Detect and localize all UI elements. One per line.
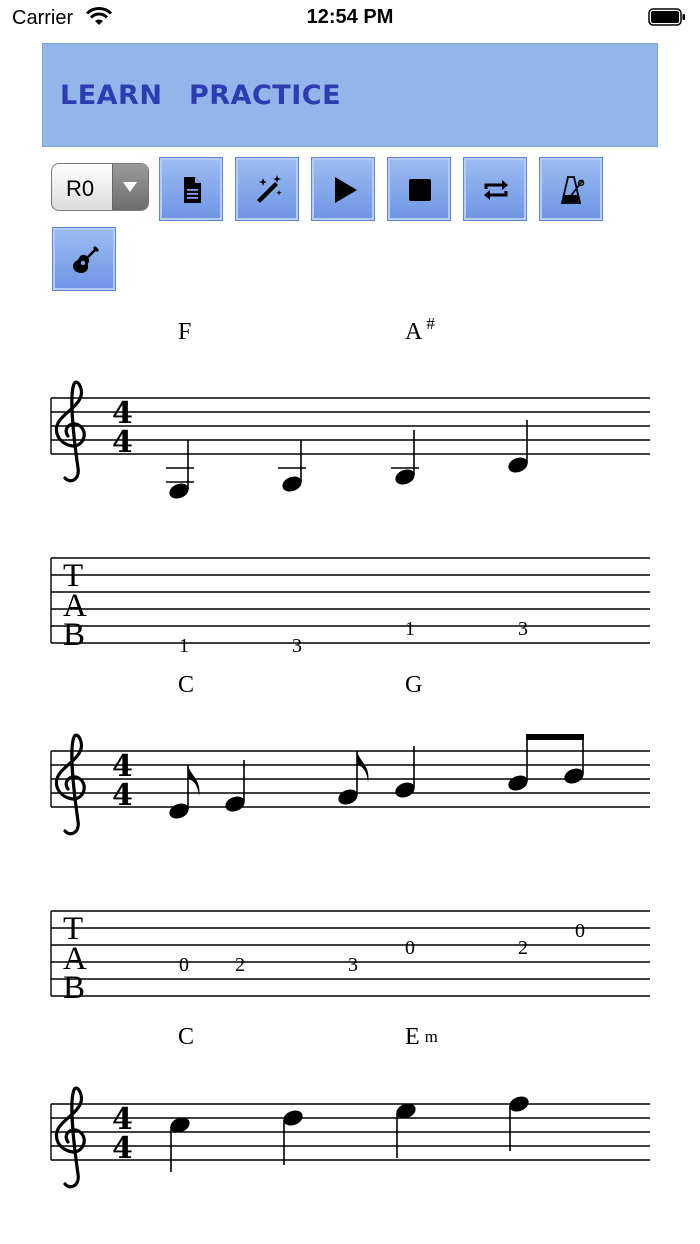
- tab-number: 2: [235, 954, 245, 976]
- tab-number: 3: [292, 635, 302, 657]
- system-2: C G 4 4 T A B 0 2 3 0 2 0: [50, 672, 650, 1006]
- tab-number: 0: [575, 920, 585, 942]
- document-button[interactable]: [159, 157, 223, 221]
- chord-symbol: Em: [405, 1024, 438, 1050]
- riff-select-value: R0: [66, 176, 95, 201]
- time-signature-bottom: 4: [112, 425, 133, 460]
- stop-icon: [409, 179, 431, 201]
- tab-learn[interactable]: LEARN: [60, 80, 162, 111]
- dropdown-button[interactable]: [112, 164, 148, 210]
- chord-symbol: F: [178, 319, 191, 345]
- music-staff: [50, 397, 650, 455]
- treble-clef-icon: [54, 380, 86, 483]
- tab-staff: [50, 557, 650, 644]
- tab-clef-icon: B: [63, 970, 85, 1006]
- note: [278, 440, 306, 492]
- chord-symbol: A #: [405, 314, 435, 345]
- repeat-icon: [484, 180, 508, 200]
- clock: 12:54 PM: [306, 6, 394, 28]
- play-button[interactable]: [311, 157, 375, 221]
- metronome-button[interactable]: [539, 157, 603, 221]
- tab-number: 1: [405, 618, 415, 640]
- battery-icon: [648, 8, 685, 26]
- note: [509, 1096, 529, 1151]
- system-1: F A # 4 4 T A B 1 3 1 3: [50, 314, 650, 657]
- treble-clef-icon: [54, 733, 86, 836]
- sheet-music: F A # 4 4 T A B 1 3 1 3 C G 4 4 T A B 0 …: [50, 314, 650, 1189]
- status-bar: Carrier 12:54 PM: [0, 0, 700, 36]
- note: [396, 1103, 416, 1158]
- tab-number: 2: [518, 937, 528, 959]
- riff-select[interactable]: R0: [51, 163, 149, 211]
- magic-wand-button[interactable]: [235, 157, 299, 221]
- treble-clef-icon: [54, 1086, 86, 1189]
- mode-tab-bar: LEARN PRACTICE: [42, 43, 658, 147]
- guitar-icon: [73, 246, 99, 274]
- metronome-icon: [560, 176, 585, 204]
- stop-button[interactable]: [387, 157, 451, 221]
- tab-clef-icon: B: [63, 617, 85, 653]
- music-staff: [50, 1103, 650, 1161]
- magic-wand-icon: [257, 175, 282, 203]
- guitar-button[interactable]: [52, 227, 116, 291]
- chevron-down-icon: [123, 182, 137, 192]
- system-3: C Em 4 4: [50, 1024, 650, 1189]
- chord-symbol: G: [405, 672, 422, 698]
- chord-symbol: C: [178, 672, 194, 698]
- note: [170, 1117, 190, 1172]
- tab-number: 1: [179, 635, 189, 657]
- note: [508, 420, 528, 473]
- tab-number: 0: [405, 937, 415, 959]
- play-icon: [335, 177, 357, 203]
- repeat-button[interactable]: [463, 157, 527, 221]
- note: [391, 430, 419, 485]
- chord-symbol: C: [178, 1024, 194, 1050]
- note: [166, 440, 194, 499]
- time-signature-bottom: 4: [112, 778, 133, 813]
- tab-number: 0: [179, 954, 189, 976]
- tab-number: 3: [348, 954, 358, 976]
- note: [395, 746, 415, 798]
- tab-number: 3: [518, 618, 528, 640]
- note-beam: [526, 734, 584, 740]
- note: [283, 1110, 303, 1165]
- document-icon: [184, 177, 201, 203]
- tab-practice[interactable]: PRACTICE: [189, 80, 341, 111]
- note: [225, 760, 245, 812]
- time-signature-bottom: 4: [112, 1131, 133, 1166]
